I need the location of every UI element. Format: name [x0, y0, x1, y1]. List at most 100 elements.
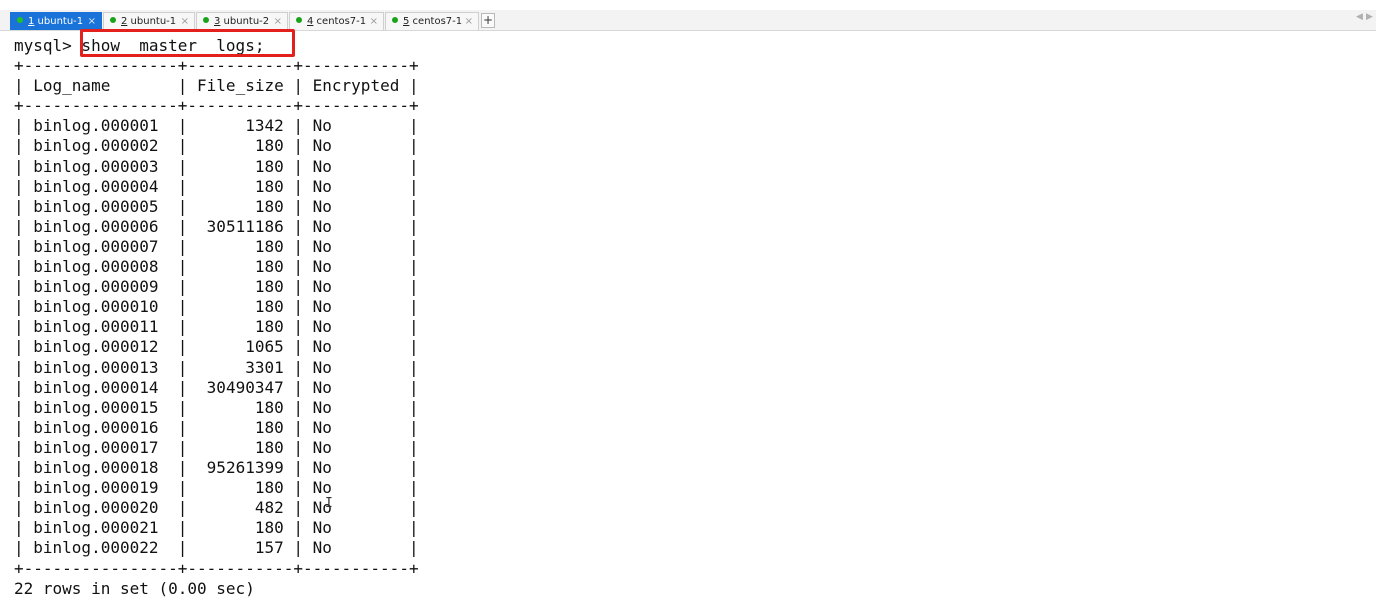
cell-file-size: 30490347	[206, 377, 284, 397]
tab-ubuntu-1-primary[interactable]: 1 ubuntu-1 ×	[10, 12, 102, 30]
cell-file-size: 180	[254, 136, 284, 156]
tab-label: centos7-1	[313, 16, 367, 27]
result-summary-line: 22 rows in set (0.00 sec)	[14, 579, 255, 599]
cell-encrypted: No	[312, 458, 332, 477]
table-separator: |	[283, 498, 313, 518]
table-row: | binlog.000005 | 180 | No |	[14, 197, 419, 217]
table-row: | binlog.000006 | 30511186 | No |	[14, 217, 419, 237]
table-separator: |	[331, 478, 419, 498]
tab-centos7-1-primary[interactable]: 4 centos7-1 ×	[289, 12, 384, 30]
table-separator: |	[331, 156, 419, 176]
table-separator: |	[14, 156, 34, 176]
table-separator: |	[158, 498, 255, 518]
table-separator: |	[158, 478, 255, 498]
table-separator: |	[14, 417, 34, 437]
table-separator: |	[331, 176, 419, 196]
close-icon[interactable]: ×	[181, 13, 189, 30]
close-icon[interactable]: ×	[465, 13, 473, 30]
table-border: +----------------+-----------+----------…	[14, 96, 419, 116]
cell-log-name: binlog.000013	[33, 357, 159, 377]
session-tab-bar: 1 ubuntu-1 × 2 ubuntu-1 × 3 ubuntu-2 × 4…	[0, 10, 1376, 31]
cell-file-size: 30511186	[206, 216, 284, 236]
table-border: +----------------+-----------+----------…	[14, 56, 419, 75]
terminal-app-window: 1 ubuntu-1 × 2 ubuntu-1 × 3 ubuntu-2 × 4…	[0, 0, 1376, 615]
table-row: | binlog.000021 | 180 | No |	[14, 518, 419, 538]
table-separator: |	[331, 377, 419, 397]
table-separator: |	[331, 437, 419, 457]
cell-file-size: 180	[254, 437, 284, 457]
table-separator: |	[283, 196, 313, 216]
cell-log-name: binlog.000003	[33, 156, 159, 176]
tab-ubuntu-2[interactable]: 3 ubuntu-2 ×	[196, 12, 288, 30]
cell-encrypted: No	[312, 116, 332, 136]
table-separator: |	[283, 538, 313, 558]
table-separator: |	[158, 458, 207, 477]
table-separator: |	[158, 538, 255, 558]
table-row: | binlog.000002 | 180 | No |	[14, 136, 419, 156]
table-separator: |	[158, 196, 255, 216]
scroll-tabs-right-icon[interactable]: ▶	[1366, 12, 1373, 22]
table-row: | binlog.000022 | 157 | No |	[14, 538, 419, 558]
cell-log-name: binlog.000007	[33, 236, 159, 256]
cell-encrypted: No	[312, 277, 332, 297]
scroll-tabs-left-icon[interactable]: ◀	[1356, 12, 1363, 22]
table-separator: |	[283, 518, 313, 538]
tab-centos7-1-secondary[interactable]: 5 centos7-1 ×	[385, 12, 479, 30]
table-row: | binlog.000001 | 1342 | No |	[14, 116, 419, 136]
session-status-dot-icon	[296, 17, 302, 23]
table-separator: |	[14, 176, 34, 196]
table-separator: |	[14, 437, 34, 457]
table-separator: |	[331, 277, 419, 297]
cell-file-size: 180	[254, 518, 284, 538]
cell-file-size: 482	[254, 498, 284, 518]
table-row: | binlog.000019 | 180 | No |	[14, 478, 419, 498]
table-separator: |	[283, 458, 313, 477]
table-separator: |	[158, 216, 207, 236]
table-row: | binlog.000013 | 3301 | No |	[14, 358, 419, 378]
tab-ubuntu-1-secondary[interactable]: 2 ubuntu-1 ×	[103, 12, 195, 30]
cell-file-size: 1065	[245, 337, 284, 357]
cell-file-size: 180	[254, 417, 284, 437]
cell-log-name: binlog.000009	[33, 277, 159, 297]
cell-log-name: binlog.000002	[33, 136, 159, 156]
tab-label: ubuntu-1	[127, 16, 177, 27]
table-separator: |	[331, 317, 419, 337]
table-row: | binlog.000012 | 1065 | No |	[14, 337, 419, 357]
close-icon[interactable]: ×	[370, 13, 378, 30]
cell-file-size: 157	[254, 538, 284, 558]
table-separator: |	[331, 458, 419, 477]
table-separator: |	[14, 518, 34, 538]
table-separator: |	[331, 357, 419, 377]
close-icon[interactable]: ×	[88, 13, 96, 30]
table-separator: |	[158, 437, 255, 457]
close-icon[interactable]: ×	[274, 13, 282, 30]
add-tab-button[interactable]: +	[481, 13, 495, 28]
table-separator: |	[283, 257, 313, 276]
command-highlight-box	[80, 29, 295, 57]
table-separator: |	[283, 337, 313, 357]
cell-log-name: binlog.000021	[33, 518, 159, 538]
cell-log-name: binlog.000011	[33, 317, 159, 337]
cell-log-name: binlog.000006	[33, 216, 159, 236]
table-separator: |	[331, 337, 419, 357]
cell-encrypted: No	[312, 478, 332, 498]
table-separator: |	[283, 236, 313, 256]
cell-file-size: 180	[254, 257, 284, 276]
table-separator: |	[331, 498, 419, 518]
table-separator: |	[283, 478, 313, 498]
table-separator: |	[158, 236, 255, 256]
table-row: | binlog.000010 | 180 | No |	[14, 297, 419, 317]
table-row: | binlog.000014 | 30490347 | No |	[14, 378, 419, 398]
cell-encrypted: No	[312, 538, 332, 558]
table-separator: |	[14, 357, 34, 377]
cell-encrypted: No	[312, 518, 332, 538]
cell-encrypted: No	[312, 156, 332, 176]
column-header-file-size: File_size	[197, 76, 284, 96]
table-top-border: +----------------+-----------+----------…	[14, 56, 419, 76]
table-row: | binlog.000008 | 180 | No |	[14, 257, 419, 277]
table-separator: |	[14, 116, 34, 136]
table-separator: |	[14, 257, 34, 276]
cell-encrypted: No	[312, 377, 332, 397]
cell-log-name: binlog.000001	[33, 116, 159, 136]
terminal-output[interactable]: mysql> show master logs; +--------------…	[0, 29, 1376, 615]
